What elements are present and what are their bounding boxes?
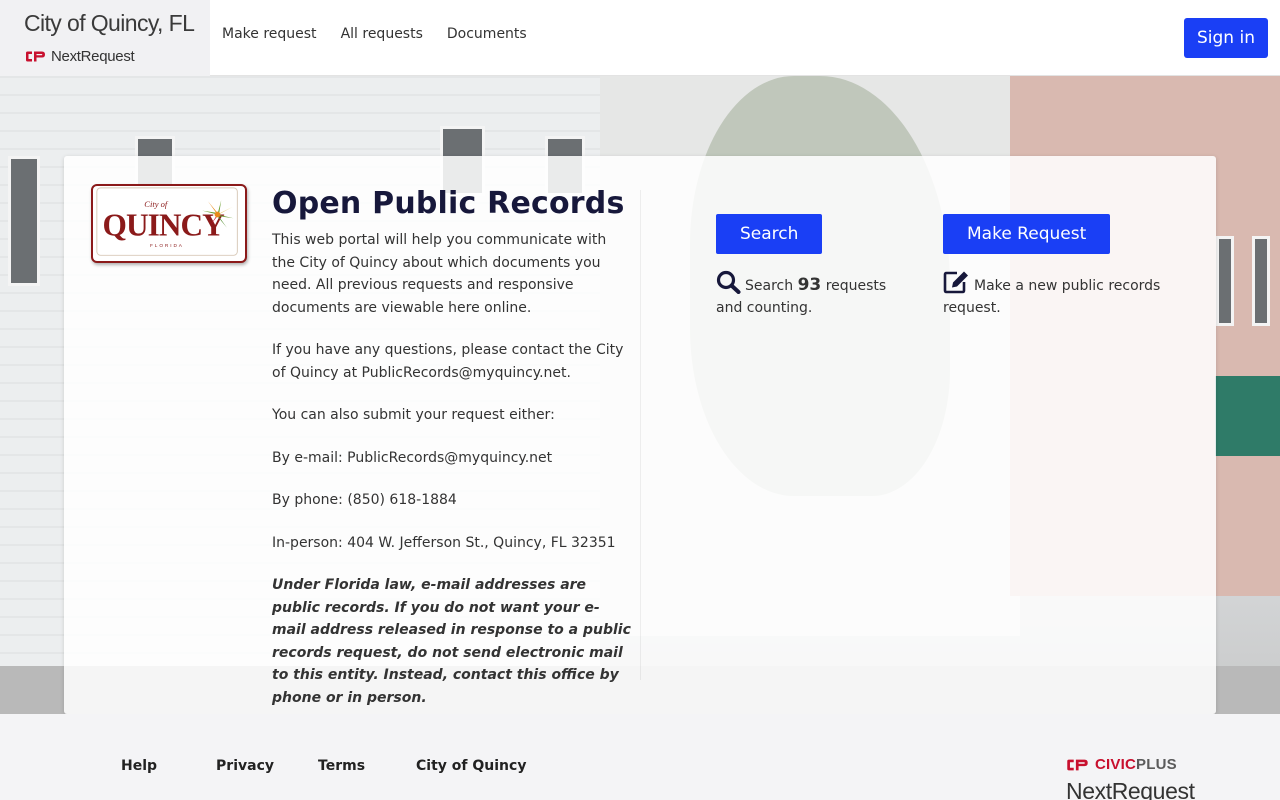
city-logo: City of QUINCY FLORIDA bbox=[91, 184, 247, 263]
search-action: Search Search 93 requests and counting. bbox=[716, 214, 906, 319]
civicplus-logo-icon bbox=[1067, 759, 1088, 770]
footer: Help Privacy Terms City of Quincy CIVICP… bbox=[0, 714, 1280, 800]
intro-text: This web portal will help you communicat… bbox=[272, 229, 632, 729]
in-person-option: In-person: 404 W. Jefferson St., Quincy,… bbox=[272, 534, 616, 551]
background-window bbox=[1216, 236, 1234, 326]
make-request-action: Make Request Make a new public records r… bbox=[943, 214, 1173, 319]
email-public-records-notice: Under Florida law, e-mail addresses are … bbox=[272, 577, 631, 706]
submit-options-paragraph: You can also submit your request either: bbox=[272, 407, 555, 423]
contact-paragraph: If you have any questions, please contac… bbox=[272, 342, 624, 381]
email-option: By e-mail: PublicRecords@myquincy.net bbox=[272, 449, 553, 466]
civicplus-text: CIVICPLUS bbox=[1095, 756, 1177, 773]
footer-terms-link[interactable]: Terms bbox=[318, 758, 365, 774]
brand-block[interactable]: City of Quincy, FL NextRequest bbox=[0, 0, 210, 76]
search-button[interactable]: Search bbox=[716, 214, 823, 254]
plus-text: PLUS bbox=[1136, 756, 1177, 773]
nav-documents[interactable]: Documents bbox=[447, 26, 527, 42]
site-title[interactable]: City of Quincy, FL bbox=[24, 10, 195, 37]
background-awning bbox=[1215, 376, 1280, 456]
search-description: Search 93 requests and counting. bbox=[716, 270, 906, 319]
nav-all-requests[interactable]: All requests bbox=[341, 26, 423, 42]
civicplus-brand[interactable]: CIVICPLUS bbox=[1066, 756, 1177, 773]
brand-name: NextRequest bbox=[51, 48, 135, 65]
make-request-desc-text: Make a new public records request. bbox=[943, 278, 1161, 316]
logo-state-text: FLORIDA bbox=[150, 243, 184, 249]
page-title: Open Public Records bbox=[272, 186, 625, 221]
intro-paragraph: This web portal will help you communicat… bbox=[272, 232, 607, 316]
search-desc-prefix: Search bbox=[745, 278, 794, 294]
request-count: 93 bbox=[797, 275, 822, 295]
phone-option: By phone: (850) 618-1884 bbox=[272, 492, 457, 508]
search-icon bbox=[716, 270, 741, 294]
footer-links: Help Privacy Terms City of Quincy bbox=[121, 758, 526, 774]
logo-name-text: QUINCY bbox=[103, 207, 226, 242]
footer-product-name: NextRequest bbox=[1066, 778, 1195, 800]
edit-icon bbox=[943, 271, 968, 294]
footer-privacy-link[interactable]: Privacy bbox=[216, 758, 274, 774]
footer-help-link[interactable]: Help bbox=[121, 758, 157, 774]
nav-make-request[interactable]: Make request bbox=[222, 26, 317, 42]
make-request-description: Make a new public records request. bbox=[943, 270, 1173, 319]
civicplus-logo-icon bbox=[26, 51, 45, 62]
nextrequest-brand: NextRequest bbox=[25, 48, 135, 65]
civic-text: CIVIC bbox=[1095, 756, 1137, 773]
footer-city-link[interactable]: City of Quincy bbox=[416, 758, 526, 774]
background-window bbox=[1252, 236, 1270, 326]
city-of-quincy-logo-icon: City of QUINCY FLORIDA bbox=[96, 187, 238, 256]
top-header: City of Quincy, FL NextRequest Make requ… bbox=[0, 0, 1280, 76]
main-nav: Make request All requests Documents bbox=[222, 26, 527, 42]
main-card: City of QUINCY FLORIDA Open Public Recor… bbox=[64, 156, 1216, 714]
make-request-button[interactable]: Make Request bbox=[943, 214, 1111, 254]
background-window bbox=[8, 156, 40, 286]
divider bbox=[640, 190, 641, 680]
sign-in-button[interactable]: Sign in bbox=[1184, 18, 1268, 58]
